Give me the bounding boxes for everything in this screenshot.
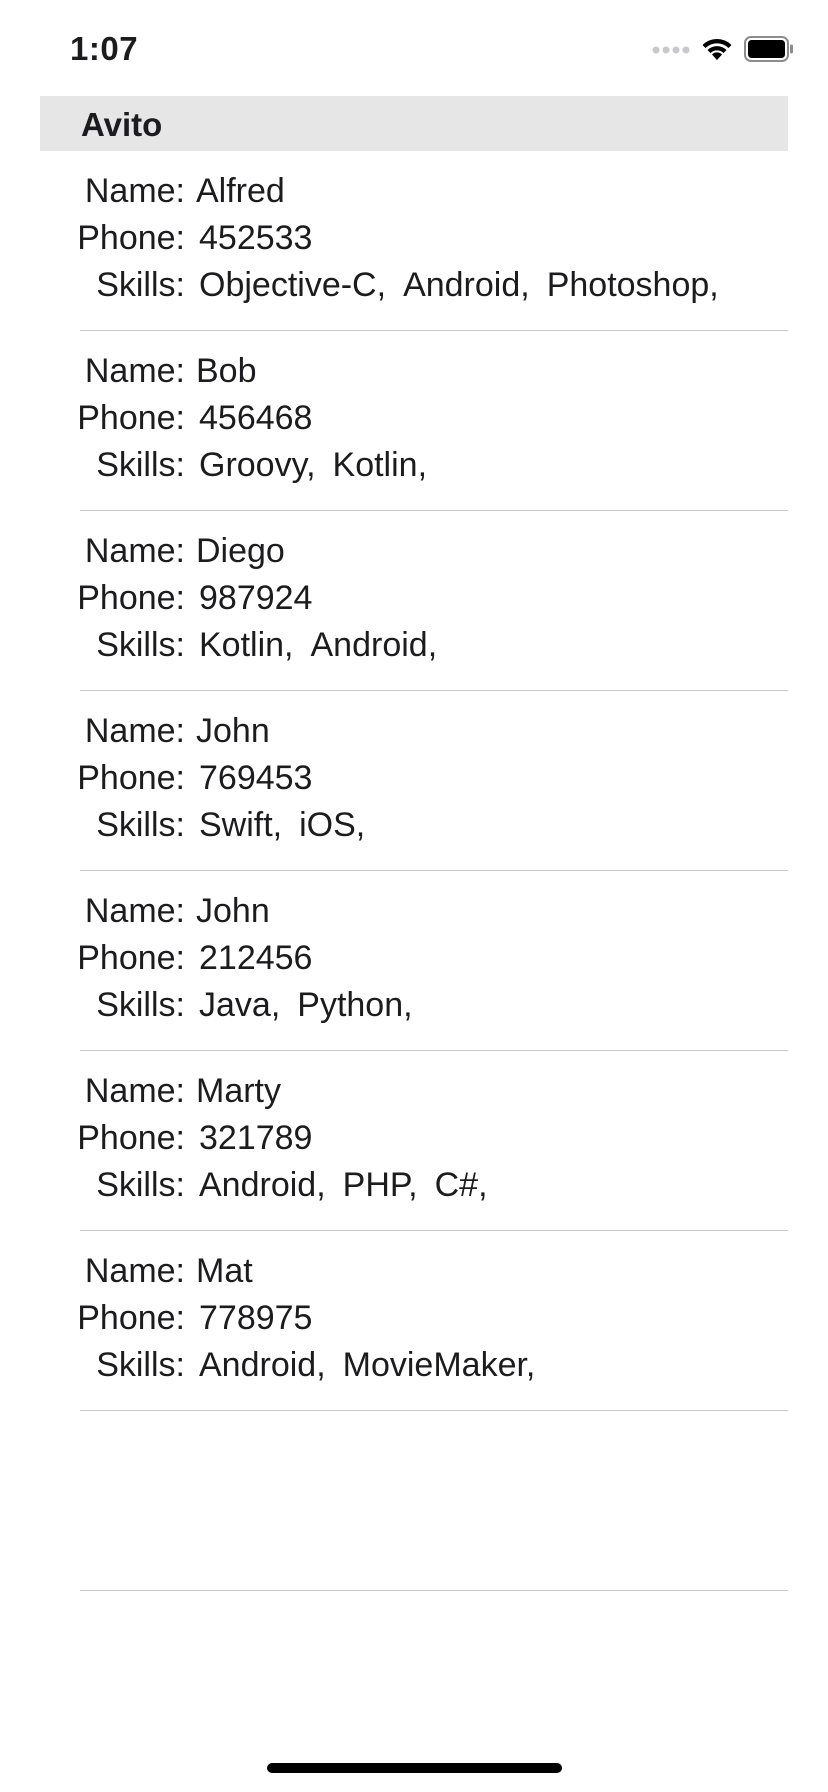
name-line: Name: Bob bbox=[0, 348, 828, 395]
contact-row[interactable]: Name: Diego Phone: 987924 Skills: Kotlin… bbox=[0, 511, 828, 691]
skill-item: iOS, bbox=[299, 806, 366, 844]
phone-value: 212456 bbox=[199, 939, 313, 977]
skills-value: Java, Python, bbox=[199, 982, 430, 1029]
skills-value: Android, PHP, C#, bbox=[199, 1162, 505, 1209]
skill-item: Android, bbox=[310, 626, 438, 664]
section-header: Avito bbox=[40, 96, 788, 151]
skills-value: Swift, iOS, bbox=[199, 802, 382, 849]
skills-line: Skills: Objective-C, Android, Photoshop, bbox=[0, 262, 828, 309]
battery-icon bbox=[744, 36, 794, 67]
phone-label: Phone: bbox=[77, 399, 185, 437]
section-title: Avito bbox=[81, 106, 163, 143]
phone-line: Phone: 321789 bbox=[0, 1115, 828, 1162]
phone-value: 456468 bbox=[199, 399, 313, 437]
name-line: Name: John bbox=[0, 888, 828, 935]
skills-line: Skills: Groovy, Kotlin, bbox=[0, 442, 828, 489]
skills-label: Skills: bbox=[96, 446, 185, 484]
name-value: Diego bbox=[196, 532, 285, 570]
status-bar: 1:07 bbox=[0, 0, 828, 96]
contact-row[interactable]: Name: Bob Phone: 456468 Skills: Groovy, K… bbox=[0, 331, 828, 511]
status-time: 1:07 bbox=[70, 30, 139, 67]
contact-list[interactable]: Name: Alfred Phone: 452533 Skills: Objec… bbox=[0, 151, 828, 1591]
skill-item: PHP, bbox=[342, 1166, 418, 1204]
phone-line: Phone: 769453 bbox=[0, 755, 828, 802]
name-label: Name: bbox=[84, 1252, 185, 1290]
skills-value: Groovy, Kotlin, bbox=[199, 442, 444, 489]
signal-icon bbox=[652, 43, 690, 61]
name-line: Name: Diego bbox=[0, 528, 828, 575]
skill-item: Android, bbox=[403, 266, 530, 304]
contact-row[interactable]: Name: Alfred Phone: 452533 Skills: Objec… bbox=[0, 151, 828, 331]
phone-value: 778975 bbox=[199, 1299, 313, 1337]
name-line: Name: Alfred bbox=[0, 168, 828, 215]
skills-label: Skills: bbox=[96, 626, 185, 664]
wifi-icon bbox=[700, 36, 734, 67]
skills-value: Kotlin, Android, bbox=[199, 622, 454, 669]
skills-value: Objective-C, Android, Photoshop, bbox=[199, 262, 736, 309]
home-indicator[interactable] bbox=[267, 1763, 562, 1773]
skill-item: Objective-C, bbox=[199, 266, 387, 304]
phone-value: 987924 bbox=[199, 579, 313, 617]
skill-item: C#, bbox=[434, 1166, 488, 1204]
skills-line: Skills: Android, PHP, C#, bbox=[0, 1162, 828, 1209]
skills-line: Skills: Swift, iOS, bbox=[0, 802, 828, 849]
skill-item: MovieMaker, bbox=[342, 1346, 536, 1384]
name-label: Name: bbox=[84, 352, 185, 390]
phone-line: Phone: 987924 bbox=[0, 575, 828, 622]
skills-label: Skills: bbox=[96, 1346, 185, 1384]
name-value: John bbox=[196, 712, 270, 750]
phone-label: Phone: bbox=[77, 1119, 185, 1157]
skill-item: Photoshop, bbox=[546, 266, 719, 304]
name-label: Name: bbox=[84, 712, 185, 750]
contact-row[interactable]: Name: John Phone: 212456 Skills: Java, Py… bbox=[0, 871, 828, 1051]
phone-label: Phone: bbox=[77, 219, 185, 257]
phone-value: 769453 bbox=[199, 759, 313, 797]
name-label: Name: bbox=[84, 1072, 185, 1110]
skills-value: Android, MovieMaker, bbox=[199, 1342, 552, 1389]
skills-label: Skills: bbox=[96, 1166, 185, 1204]
name-value: Alfred bbox=[196, 172, 285, 210]
phone-line: Phone: 212456 bbox=[0, 935, 828, 982]
skill-item: Groovy, bbox=[199, 446, 316, 484]
contact-row[interactable]: Name: John Phone: 769453 Skills: Swift, i… bbox=[0, 691, 828, 871]
name-value: Marty bbox=[196, 1072, 281, 1110]
phone-value: 321789 bbox=[199, 1119, 313, 1157]
phone-value: 452533 bbox=[199, 219, 313, 257]
name-value: John bbox=[196, 892, 270, 930]
name-line: Name: John bbox=[0, 708, 828, 755]
name-label: Name: bbox=[84, 892, 185, 930]
name-value: Mat bbox=[196, 1252, 253, 1290]
skills-label: Skills: bbox=[96, 986, 185, 1024]
status-icons bbox=[652, 36, 794, 67]
skills-line: Skills: Java, Python, bbox=[0, 982, 828, 1029]
phone-label: Phone: bbox=[77, 759, 185, 797]
name-line: Name: Marty bbox=[0, 1068, 828, 1115]
name-label: Name: bbox=[84, 532, 185, 570]
phone-label: Phone: bbox=[77, 939, 185, 977]
phone-label: Phone: bbox=[77, 579, 185, 617]
skill-item: Python, bbox=[297, 986, 413, 1024]
contact-row[interactable]: Name: Mat Phone: 778975 Skills: Android,… bbox=[0, 1231, 828, 1411]
phone-label: Phone: bbox=[77, 1299, 185, 1337]
empty-row bbox=[0, 1411, 828, 1591]
phone-line: Phone: 452533 bbox=[0, 215, 828, 262]
row-separator bbox=[80, 1590, 788, 1591]
skills-line: Skills: Android, MovieMaker, bbox=[0, 1342, 828, 1389]
skill-item: Java, bbox=[199, 986, 281, 1024]
name-label: Name: bbox=[84, 172, 185, 210]
phone-line: Phone: 456468 bbox=[0, 395, 828, 442]
contact-row[interactable]: Name: Marty Phone: 321789 Skills: Androi… bbox=[0, 1051, 828, 1231]
skills-label: Skills: bbox=[96, 806, 185, 844]
name-line: Name: Mat bbox=[0, 1248, 828, 1295]
skill-item: Android, bbox=[199, 1166, 326, 1204]
skill-item: Swift, bbox=[199, 806, 283, 844]
name-value: Bob bbox=[196, 352, 257, 390]
skills-line: Skills: Kotlin, Android, bbox=[0, 622, 828, 669]
phone-line: Phone: 778975 bbox=[0, 1295, 828, 1342]
skills-label: Skills: bbox=[96, 266, 185, 304]
skill-item: Android, bbox=[199, 1346, 326, 1384]
skill-item: Kotlin, bbox=[332, 446, 428, 484]
skill-item: Kotlin, bbox=[199, 626, 294, 664]
